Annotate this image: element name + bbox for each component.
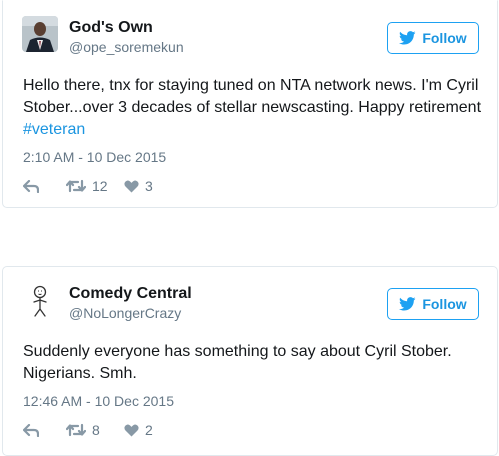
tweet-text-body: Hello there, tnx for staying tuned on NT… [23, 77, 482, 116]
tweet-actions: 12 3 [23, 176, 153, 196]
hashtag-link[interactable]: #veteran [23, 121, 85, 138]
tweet-card: God's Own @ope_soremekun Follow Hello th… [2, 0, 498, 208]
retweet-count: 8 [92, 422, 100, 438]
user-handle[interactable]: @ope_soremekun [69, 39, 184, 55]
tweet-card: Comedy Central @NoLongerCrazy Follow Sud… [2, 266, 498, 456]
follow-button[interactable]: Follow [387, 288, 479, 320]
timestamp[interactable]: 12:46 AM - 10 Dec 2015 [23, 393, 174, 409]
retweet-button[interactable]: 12 [66, 178, 124, 194]
follow-label: Follow [422, 30, 467, 46]
reply-icon [23, 179, 39, 193]
tweet-text: Suddenly everyone has something to say a… [23, 343, 452, 382]
user-handle[interactable]: @NoLongerCrazy [69, 305, 181, 321]
heart-icon [124, 180, 139, 193]
retweet-icon [66, 179, 86, 193]
twitter-bird-icon [399, 31, 416, 45]
like-button[interactable]: 3 [124, 178, 153, 194]
follow-button[interactable]: Follow [387, 22, 479, 54]
display-name[interactable]: God's Own [69, 19, 153, 37]
tweet-actions: 8 2 [23, 420, 153, 440]
retweet-icon [66, 423, 86, 437]
retweet-count: 12 [92, 178, 108, 194]
reply-button[interactable] [23, 423, 66, 437]
retweet-button[interactable]: 8 [66, 422, 124, 438]
timestamp[interactable]: 2:10 AM - 10 Dec 2015 [23, 149, 166, 165]
reply-icon [23, 423, 39, 437]
tweet-text: Hello there, tnx for staying tuned on NT… [23, 75, 483, 141]
heart-icon [124, 424, 139, 437]
like-count: 3 [145, 178, 153, 194]
like-count: 2 [145, 422, 153, 438]
reply-button[interactable] [23, 179, 66, 193]
display-name[interactable]: Comedy Central [69, 285, 192, 303]
avatar[interactable] [22, 282, 58, 318]
follow-label: Follow [422, 296, 467, 312]
twitter-bird-icon [399, 297, 416, 311]
like-button[interactable]: 2 [124, 422, 153, 438]
avatar[interactable] [22, 16, 58, 52]
